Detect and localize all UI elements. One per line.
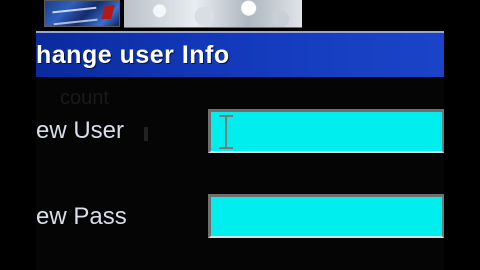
background-image-strip xyxy=(124,0,302,28)
new-user-label: ew User xyxy=(36,117,125,144)
background-dark-strip xyxy=(302,0,444,27)
right-pillarbox xyxy=(444,0,480,270)
new-user-input[interactable] xyxy=(208,109,444,153)
screen: hange user Info count ew User ew Pass xyxy=(0,0,480,270)
dialog-title-bar: hange user Info xyxy=(36,31,444,77)
dialog-title: hange user Info xyxy=(36,41,230,69)
left-pillarbox xyxy=(0,0,36,270)
thumbnail-red-mark xyxy=(101,5,115,19)
thumbnail-image xyxy=(44,0,120,27)
new-pass-label: ew Pass xyxy=(36,203,127,230)
ghost-account-label: count xyxy=(60,87,109,109)
new-pass-input[interactable] xyxy=(208,194,444,238)
label-artifact xyxy=(144,127,148,141)
thumbnail-scribble xyxy=(52,6,98,26)
